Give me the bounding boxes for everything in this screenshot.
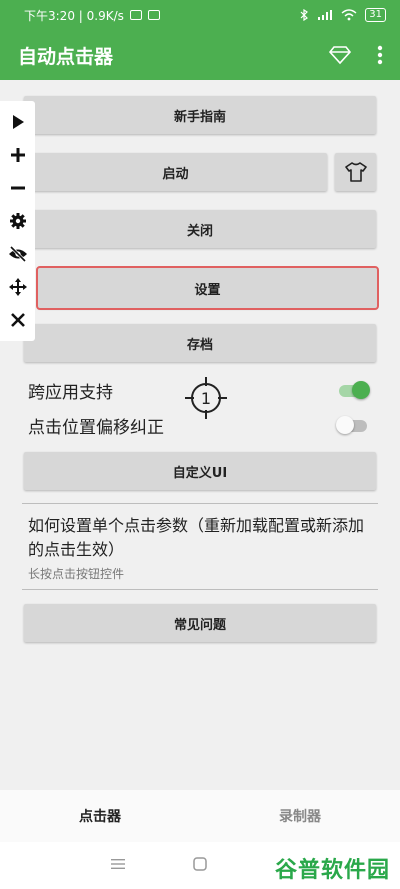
- app-title: 自动点击器: [18, 45, 114, 68]
- offset-correction-switch[interactable]: [336, 416, 370, 434]
- menu-icon: [111, 859, 125, 869]
- tab-recorder[interactable]: 录制器: [200, 790, 400, 842]
- status-time-speed: 下午3:20 | 0.9K/s: [24, 8, 124, 23]
- more-vertical-icon: [377, 45, 383, 65]
- gear-icon: [9, 212, 26, 229]
- add-point-button[interactable]: [6, 143, 30, 167]
- play-button[interactable]: [6, 110, 30, 134]
- bottom-tab-bar: 点击器 录制器: [0, 790, 400, 842]
- offset-correction-label: 点击位置偏移纠正: [28, 417, 164, 438]
- notification-icon: [129, 10, 142, 20]
- play-icon: [12, 114, 24, 129]
- nav-home-button[interactable]: [188, 852, 212, 876]
- start-button[interactable]: 启动: [24, 153, 327, 191]
- cross-app-support-label: 跨应用支持: [28, 382, 113, 403]
- minus-icon: [10, 186, 25, 190]
- close-icon: [10, 313, 25, 328]
- more-options-button[interactable]: [360, 35, 400, 75]
- tab-clicker[interactable]: 点击器: [0, 790, 200, 842]
- help-subtitle: 长按点击按钮控件: [28, 567, 125, 581]
- click-target-crosshair[interactable]: 1: [185, 377, 227, 419]
- bluetooth-icon: [300, 9, 309, 21]
- battery-icon: 31: [365, 8, 386, 22]
- target-number: 1: [201, 389, 211, 408]
- plus-icon: [10, 147, 25, 162]
- move-toolbar-handle[interactable]: [6, 275, 30, 299]
- remove-point-button[interactable]: [6, 176, 30, 200]
- guide-button[interactable]: 新手指南: [24, 96, 376, 134]
- nav-menu-button[interactable]: [106, 852, 130, 876]
- theme-button[interactable]: [335, 153, 376, 191]
- notification-icon: [147, 10, 160, 20]
- move-icon: [8, 278, 27, 297]
- hide-points-button[interactable]: [6, 242, 30, 266]
- divider: [22, 589, 378, 590]
- home-icon: [193, 857, 207, 871]
- crosshair-icon: 1: [185, 377, 227, 419]
- signal-icon: [318, 10, 333, 20]
- toolbar-settings-button[interactable]: [6, 209, 30, 233]
- custom-ui-button[interactable]: 自定义UI: [24, 452, 376, 490]
- status-bar: 下午3:20 | 0.9K/s 31: [0, 0, 400, 30]
- cross-app-support-switch[interactable]: [336, 381, 370, 399]
- help-title: 如何设置单个点击参数（重新加载配置或新添加的点击生效）: [28, 516, 365, 559]
- save-button[interactable]: 存档: [24, 324, 376, 362]
- close-button[interactable]: 关闭: [24, 210, 376, 248]
- eye-off-icon: [8, 246, 27, 263]
- shirt-icon: [344, 162, 367, 182]
- floating-toolbar: [0, 101, 35, 341]
- divider: [22, 503, 378, 504]
- settings-button[interactable]: 设置: [36, 266, 379, 310]
- app-bar: 自动点击器: [0, 30, 400, 80]
- wifi-icon: [341, 9, 357, 21]
- vip-button[interactable]: [320, 35, 360, 75]
- watermark-text: 谷普软件园: [274, 858, 390, 883]
- diamond-icon: [329, 46, 351, 65]
- close-toolbar-button[interactable]: [6, 308, 30, 332]
- faq-button[interactable]: 常见问题: [24, 604, 376, 642]
